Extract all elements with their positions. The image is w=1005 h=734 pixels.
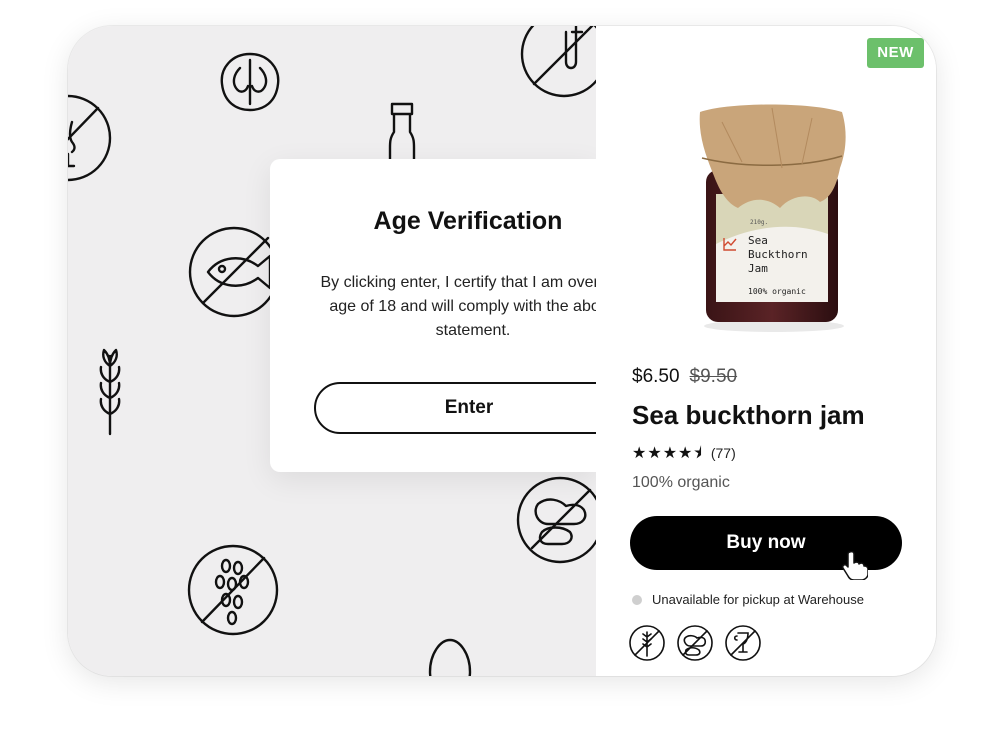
jar-label-line-3: Jam [748,262,768,275]
rating-row[interactable]: ★★★★⯨ (77) [632,442,736,469]
jam-jar-image: 210g. Sea Buckthorn Jam 100% organic [699,104,846,332]
product-panel: NEW 210g. Sea Buckthorn Jam 100% organic… [596,26,936,676]
product-title: Sea buckthorn jam [632,400,865,430]
price-row: $6.50 $9.50 [632,366,737,388]
enter-button-label: Enter [444,397,494,418]
egg-icon [428,638,472,676]
no-peanut-icon [516,476,596,564]
allergen-pattern-background: Age Verification By clicking enter, I ce… [68,26,596,676]
pickup-status: Unavailable for pickup at Warehouse [632,592,864,607]
wheat-icon [99,348,121,436]
review-count: (77) [710,445,736,461]
product-subtitle: 100% organic [632,474,730,491]
enter-button[interactable]: Enter [314,382,596,434]
jar-label-organic: 100% organic [748,287,806,296]
modal-description: By clicking enter, I certify that I am o… [320,274,596,339]
jar-label-weight: 210g. [750,219,768,226]
gluten-free-icon [629,625,665,661]
current-price: $6.50 [632,366,680,387]
new-badge: NEW [867,38,924,68]
alcohol-free-icon [725,625,761,661]
no-fish-icon [188,226,280,318]
product-card: Age Verification By clicking enter, I ce… [68,26,936,676]
hand-pointer-icon [842,550,868,580]
walnut-icon [220,52,280,112]
no-alcohol-icon [68,94,112,182]
age-verification-modal: Age Verification By clicking enter, I ce… [270,159,596,472]
diet-icons-row [628,624,768,664]
no-seeds-icon [187,544,279,636]
nut-free-icon [677,625,713,661]
star-rating-icon: ★★★★⯨ [632,445,703,462]
jar-label-line-2: Buckthorn [748,248,808,261]
no-spoon-icon [520,26,596,98]
status-dot-icon [632,595,642,605]
old-price: $9.50 [689,366,738,387]
pickup-status-text: Unavailable for pickup at Warehouse [652,592,864,607]
modal-title: Age Verification [373,207,563,235]
jar-label-line-1: Sea [748,234,768,247]
